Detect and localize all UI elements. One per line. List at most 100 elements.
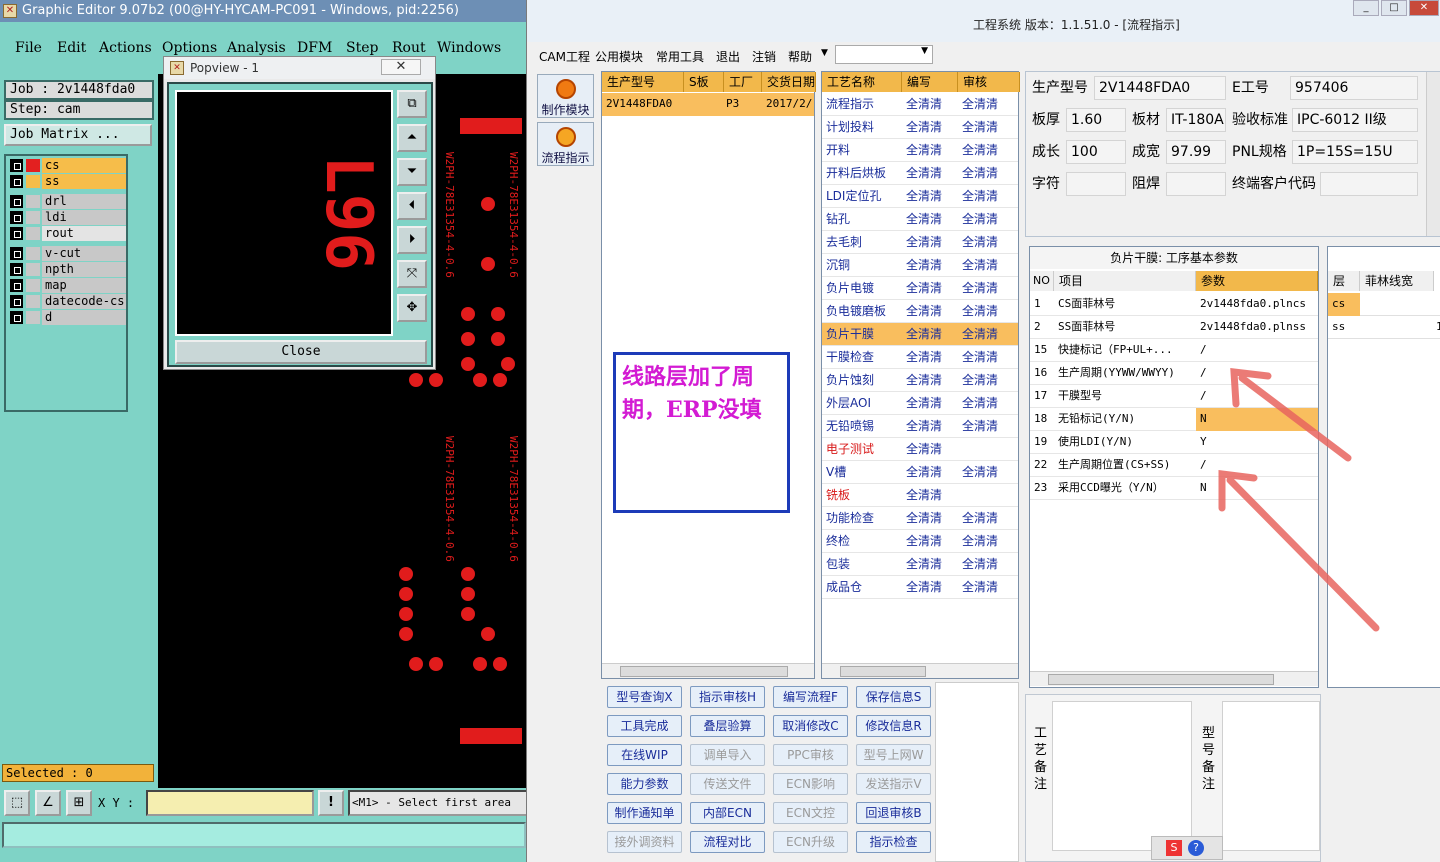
action-button[interactable]: 调单导入 <box>690 744 765 766</box>
layer-row[interactable]: rout <box>8 226 126 241</box>
table-row[interactable]: V槽 全清清 全清清 <box>822 461 1018 484</box>
action-button[interactable]: 回退审核B <box>856 802 931 824</box>
action-button[interactable]: 制作通知单 <box>607 802 682 824</box>
action-button[interactable]: 工具完成 <box>607 715 682 737</box>
table-row[interactable]: 开料后烘板 全清清 全清清 <box>822 162 1018 185</box>
action-button[interactable]: 修改信息R <box>856 715 931 737</box>
layer-row[interactable]: ldi <box>8 210 126 225</box>
menu-file[interactable]: File <box>15 40 42 56</box>
col-header-writer[interactable]: 编写 <box>902 72 958 92</box>
side-button-make-module[interactable]: 制作模块 <box>537 74 594 118</box>
layer-checkbox[interactable] <box>10 295 23 308</box>
table-row[interactable]: 成品仓 全清清 全清清 <box>822 576 1018 599</box>
layer-row[interactable]: drl <box>8 194 126 209</box>
layer-row[interactable]: ss <box>8 174 126 189</box>
action-button[interactable]: 指示检查 <box>856 831 931 853</box>
layer-checkbox[interactable] <box>10 311 23 324</box>
col-header-process[interactable]: 工艺名称 <box>822 72 902 92</box>
table-row[interactable]: 铣板 全清清 <box>822 484 1018 507</box>
field-model[interactable]: 2V1448FDA0 <box>1094 76 1226 100</box>
menu-windows[interactable]: Windows <box>437 40 501 56</box>
table-row[interactable]: 17 干膜型号 / <box>1030 385 1318 408</box>
menu-exit[interactable]: 退出 <box>716 48 740 65</box>
field-legend[interactable] <box>1066 172 1126 196</box>
horizontal-scrollbar[interactable] <box>1030 671 1318 686</box>
action-button[interactable]: 取消修改C <box>773 715 848 737</box>
measure-icon[interactable]: ∠ <box>35 790 61 816</box>
grid-icon[interactable]: ⊞ <box>66 790 92 816</box>
col-header-param[interactable]: 参数 <box>1196 271 1318 291</box>
popview-close-button[interactable]: Close <box>175 340 427 364</box>
action-button[interactable]: 接外调资料 <box>607 831 682 853</box>
layer-checkbox[interactable] <box>10 279 23 292</box>
layer-checkbox[interactable] <box>10 227 23 240</box>
col-header-sboard[interactable]: S板 <box>684 72 724 92</box>
table-row[interactable]: 16 生产周期(YYWW/WWYY) / <box>1030 362 1318 385</box>
pan-right-icon[interactable]: ⏵ <box>397 226 427 254</box>
table-row[interactable]: 2 SS面菲林号 2v1448fda0.plnss <box>1030 316 1318 339</box>
table-row[interactable]: 15 快捷标记（FP+UL+... / <box>1030 339 1318 362</box>
table-row[interactable]: 外层AOI 全清清 全清清 <box>822 392 1018 415</box>
col-header-film-width[interactable]: 菲林线宽 <box>1360 271 1434 291</box>
field-thickness[interactable]: 1.60 <box>1066 108 1126 132</box>
field-soldermask[interactable] <box>1166 172 1226 196</box>
action-button[interactable]: ECN升级 <box>773 831 848 853</box>
action-button[interactable]: PPC审核 <box>773 744 848 766</box>
table-row[interactable]: 23 采用CCD曝光（Y/N） N <box>1030 477 1318 500</box>
process-note-input[interactable] <box>1052 701 1192 851</box>
field-standard[interactable]: IPC-6012 II级 <box>1292 108 1418 132</box>
action-button[interactable]: 在线WIP <box>607 744 682 766</box>
ime-toolbar[interactable]: S ? <box>1151 836 1223 860</box>
layer-checkbox[interactable] <box>10 195 23 208</box>
action-button[interactable]: ECN文控 <box>773 802 848 824</box>
table-row[interactable]: 计划投料 全清清 全清清 <box>822 116 1018 139</box>
horizontal-scrollbar[interactable] <box>822 663 1018 678</box>
menu-rout[interactable]: Rout <box>392 40 426 56</box>
col-header-layer[interactable]: 层 <box>1328 271 1360 291</box>
field-eno[interactable]: 957406 <box>1290 76 1418 100</box>
layer-row[interactable]: map <box>8 278 126 293</box>
menu-help[interactable]: 帮助 <box>788 48 812 65</box>
table-row[interactable]: 电子测试 全清清 <box>822 438 1018 461</box>
action-button[interactable]: 传送文件 <box>690 773 765 795</box>
layer-checkbox[interactable] <box>10 175 23 188</box>
table-row[interactable]: 无铅喷锡 全清清 全清清 <box>822 415 1018 438</box>
layer-row[interactable]: datecode-cs <box>8 294 126 309</box>
col-header-delivery[interactable]: 交货日期 <box>762 72 816 92</box>
menu-options[interactable]: Options <box>162 40 217 56</box>
table-row[interactable]: 干膜检查 全清清 全清清 <box>822 346 1018 369</box>
table-row[interactable]: 1 CS面菲林号 2v1448fda0.plncs <box>1030 293 1318 316</box>
close-icon[interactable]: ✕ <box>1409 0 1439 16</box>
zoom-in-icon[interactable]: ✥ <box>397 294 427 322</box>
field-customer-code[interactable] <box>1320 172 1418 196</box>
table-row[interactable]: 18 无铅标记(Y/N) N <box>1030 408 1318 431</box>
menu-cam[interactable]: CAM工程 <box>539 48 590 65</box>
pan-down-icon[interactable]: ⏷ <box>397 158 427 186</box>
col-header-no[interactable]: NO <box>1030 271 1054 291</box>
table-row[interactable]: 22 生产周期位置(CS+SS) / <box>1030 454 1318 477</box>
restore-icon[interactable]: □ <box>1381 0 1407 16</box>
action-button[interactable]: 能力参数 <box>607 773 682 795</box>
col-header-reviewer[interactable]: 审核 <box>958 72 1020 92</box>
col-header-model[interactable]: 生产型号 <box>602 72 684 92</box>
action-button[interactable]: 型号查询X <box>607 686 682 708</box>
menu-tools[interactable]: 常用工具 <box>656 48 704 65</box>
menu-analysis[interactable]: Analysis <box>227 40 286 56</box>
field-material[interactable]: IT-180A <box>1166 108 1226 132</box>
table-row[interactable]: 2V1448FDA0 P3 2017/2/ <box>602 93 814 116</box>
menu-edit[interactable]: Edit <box>57 40 86 56</box>
menu-step[interactable]: Step <box>346 40 378 56</box>
menu-common-module[interactable]: 公用模块 <box>595 48 643 65</box>
pan-left-icon[interactable]: ⏴ <box>397 192 427 220</box>
action-button[interactable]: 编写流程F <box>773 686 848 708</box>
vertical-scrollbar[interactable] <box>1426 72 1440 236</box>
action-button[interactable]: 叠层验算 <box>690 715 765 737</box>
action-button[interactable]: 发送指示V <box>856 773 931 795</box>
action-button[interactable]: ECN影响 <box>773 773 848 795</box>
table-row[interactable]: 功能检查 全清清 全清清 <box>822 507 1018 530</box>
menu-dfm[interactable]: DFM <box>297 40 332 56</box>
field-pnl[interactable]: 1P=15S=15U <box>1292 140 1418 164</box>
zoom-fit-icon[interactable]: ⧉ <box>397 90 427 118</box>
layer-row[interactable]: npth <box>8 262 126 277</box>
table-row[interactable]: 19 使用LDI(Y/N) Y <box>1030 431 1318 454</box>
